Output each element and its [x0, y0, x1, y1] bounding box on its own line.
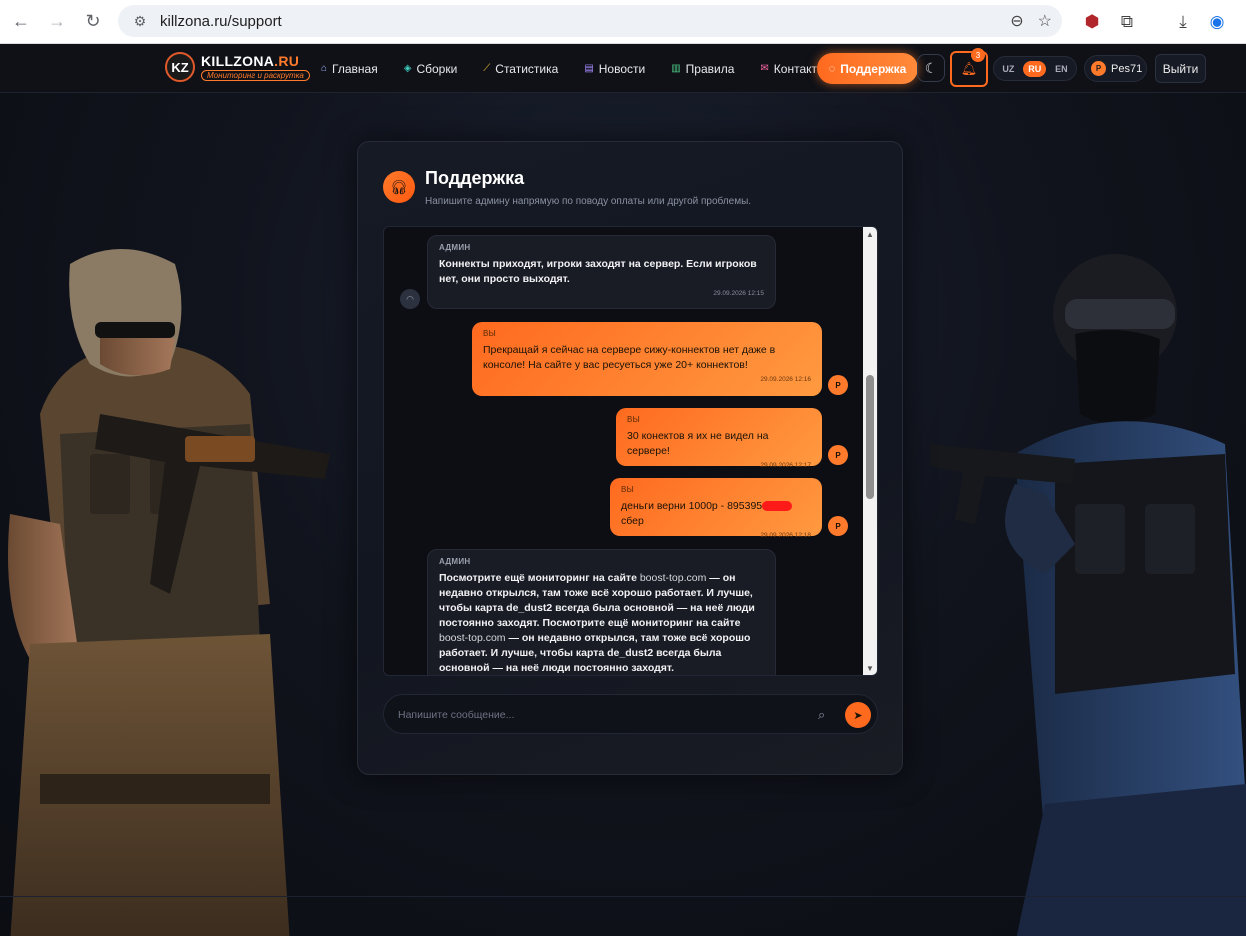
send-icon: ➤: [853, 709, 863, 722]
lang-uz[interactable]: UZ: [1002, 64, 1014, 74]
message-text: Посмотрите ещё мониторинг на сайте boost…: [439, 572, 755, 674]
reload-icon[interactable]: ↻: [78, 7, 108, 37]
message-text: Прекращай я сейчас на сервере сижу-конне…: [483, 344, 776, 371]
send-button[interactable]: ➤: [845, 702, 871, 728]
site-link[interactable]: boost-top.com: [640, 572, 707, 584]
message-you: ВЫ Прекращай я сейчас на сервере сижу-ко…: [472, 322, 822, 396]
message-time: 29.09.2026 12:16: [760, 376, 811, 383]
site-header: KZ KILLZONA.RU Мониторинг и раскрутка ⌂ Г…: [0, 44, 1246, 93]
lang-en[interactable]: EN: [1055, 64, 1068, 74]
zoom-icon[interactable]: ⊖: [1010, 11, 1023, 31]
counter-terrorist-soldier-image: [930, 254, 1246, 936]
chat-scrollbar[interactable]: ▲ ▼: [863, 227, 877, 675]
logout-button[interactable]: Выйти: [1155, 54, 1206, 83]
footer-divider: [0, 896, 1246, 897]
browser-toolbar: ← → ↻ ⚙ killzona.ru/support ⊖ ☆ ⬢ ⧉ ⤓ ◉: [0, 0, 1246, 44]
user-avatar: P: [828, 516, 848, 536]
forward-icon[interactable]: →: [42, 7, 72, 37]
redaction-mark: [762, 501, 793, 512]
message-author: АДМИН: [439, 243, 471, 252]
user-name: Pes71: [1111, 62, 1143, 75]
message-text: 30 конектов я их не видел на сервере!: [627, 430, 769, 457]
page: KZ KILLZONA.RU Мониторинг и раскрутка ⌂ Г…: [0, 44, 1246, 936]
news-icon: ▤: [584, 63, 594, 74]
support-button[interactable]: ◌ Поддержка: [817, 53, 918, 84]
message-time: 29.09.2026 12:15: [713, 290, 764, 297]
message-time: 29.09.2026 12:17: [760, 462, 811, 469]
home-icon: ⌂: [321, 63, 328, 74]
back-icon[interactable]: ←: [6, 7, 36, 37]
user-avatar: P: [1091, 61, 1106, 76]
theme-toggle-moon-icon[interactable]: ☾: [917, 54, 945, 82]
user-avatar: P: [828, 375, 848, 395]
menu-item-statistics[interactable]: ⟋ Статистика: [483, 62, 558, 76]
message-author: ВЫ: [483, 329, 497, 338]
url-text[interactable]: killzona.ru/support: [160, 13, 282, 30]
message-text: деньги верни 1000р - 895395сбер: [621, 499, 811, 529]
message-input[interactable]: [398, 705, 798, 725]
bell-icon: 🔔︎: [960, 61, 978, 76]
profile-icon[interactable]: ◉: [1202, 7, 1232, 37]
chart-icon: ⟋: [483, 63, 491, 74]
document-icon: ▥: [671, 63, 681, 74]
shield-extension-icon[interactable]: ⬢: [1077, 7, 1107, 37]
menu-item-home[interactable]: ⌂ Главная: [321, 62, 378, 76]
user-avatar: P: [828, 445, 848, 465]
support-icon: ◌: [828, 62, 836, 75]
message-author: ВЫ: [621, 485, 635, 494]
notification-count-badge: 3: [971, 48, 985, 62]
logo-subtitle: Мониторинг и раскрутка: [201, 70, 310, 81]
message-author: АДМИН: [439, 557, 471, 566]
menu-item-rules[interactable]: ▥ Правила: [671, 62, 734, 76]
message-time: 29.09.2026 12:18: [760, 532, 811, 539]
lang-ru[interactable]: RU: [1023, 60, 1047, 77]
page-title: Поддержка: [425, 168, 525, 188]
download-icon[interactable]: ⤓: [1168, 7, 1198, 37]
chat-messages[interactable]: ◠ АДМИН Коннекты приходят, игроки заходя…: [383, 226, 878, 676]
notifications-button[interactable]: 🔔︎ 3: [950, 48, 988, 87]
message-composer: ⌕ ➤: [383, 694, 878, 734]
paperclip-icon[interactable]: ⌕: [818, 707, 825, 723]
headset-icon: 🎧︎: [383, 171, 415, 203]
user-menu[interactable]: P Pes71: [1084, 55, 1147, 82]
terrorist-soldier-image: [8, 249, 330, 936]
message-admin: АДМИН Посмотрите ещё мониторинг на сайте…: [427, 549, 776, 675]
message-you: ВЫ деньги верни 1000р - 895395сбер 29.09…: [610, 478, 822, 539]
site-info-icon[interactable]: ⚙: [126, 13, 154, 30]
address-bar[interactable]: ⚙ killzona.ru/support ⊖ ☆: [118, 5, 1062, 37]
mail-icon: ✉: [760, 63, 769, 74]
site-link[interactable]: boost-top.com: [439, 632, 506, 644]
message-you: ВЫ 30 конектов я их не видел на сервере!…: [616, 408, 822, 469]
scrollbar-thumb[interactable]: [866, 375, 874, 499]
extensions-icon[interactable]: ⧉: [1112, 7, 1142, 37]
menu-item-builds[interactable]: ◈ Сборки: [404, 62, 458, 76]
scroll-down-arrow-icon[interactable]: ▼: [863, 663, 877, 675]
message-admin: АДМИН Коннекты приходят, игроки заходят …: [427, 235, 776, 309]
logo-title: KILLZONA.RU: [201, 53, 300, 69]
main-menu: ⌂ Главная ◈ Сборки ⟋ Статистика ▤ Новости ▥ П…: [321, 44, 852, 93]
page-subtitle: Напишите админу напрямую по поводу оплат…: [425, 196, 752, 207]
scroll-up-arrow-icon[interactable]: ▲: [863, 229, 877, 241]
message-author: ВЫ: [627, 415, 641, 424]
logo-badge: KZ: [165, 52, 195, 82]
language-switcher: UZ RU EN: [993, 56, 1077, 81]
bookmark-star-icon[interactable]: ☆: [1038, 11, 1052, 31]
cube-icon: ◈: [403, 63, 412, 74]
message-text: Коннекты приходят, игроки заходят на сер…: [439, 258, 757, 285]
admin-avatar-headset-icon: ◠: [400, 289, 420, 309]
site-logo[interactable]: KZ KILLZONA.RU Мониторинг и раскрутка: [165, 52, 310, 82]
menu-item-news[interactable]: ▤ Новости: [584, 62, 645, 76]
support-card: 🎧︎ Поддержка Напишите админу напрямую по…: [357, 141, 903, 775]
menu-item-contacts[interactable]: ✉ Контакты: [760, 62, 825, 76]
